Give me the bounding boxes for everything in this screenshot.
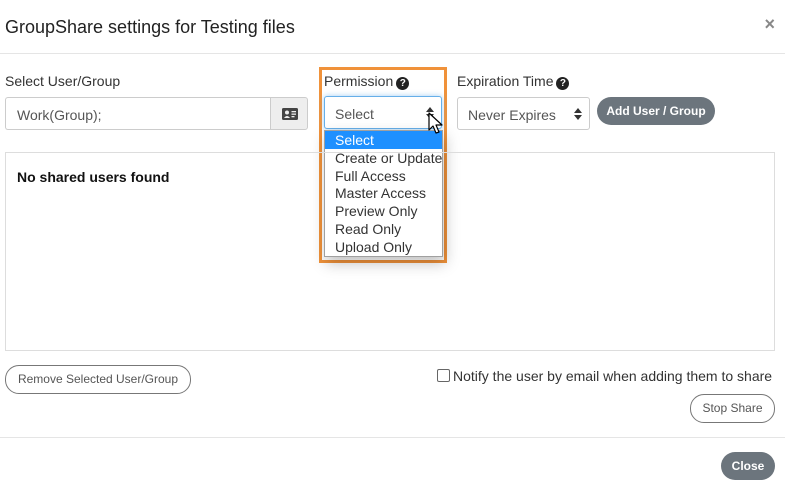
permission-option-select[interactable]: Select — [325, 131, 442, 149]
question-circle-icon: ? — [396, 77, 410, 90]
shared-users-panel: No shared users found — [5, 152, 775, 351]
contact-card-button[interactable] — [270, 97, 308, 130]
remove-selected-button[interactable]: Remove Selected User/Group — [5, 365, 191, 394]
expiration-select[interactable]: Never Expires — [457, 97, 590, 130]
user-group-label: Select User/Group — [5, 73, 121, 89]
notify-option: Notify the user by email when adding the… — [437, 368, 772, 384]
notify-checkbox[interactable] — [437, 369, 450, 382]
expiration-selected-value: Never Expires — [468, 107, 556, 123]
permission-label-text: Permission — [324, 73, 394, 89]
close-button[interactable]: Close — [721, 452, 775, 480]
select-arrows-icon — [574, 108, 582, 120]
dialog-header: GroupShare settings for Testing files × — [0, 0, 785, 54]
footer-divider — [0, 437, 785, 438]
user-group-input[interactable]: Work(Group); — [5, 97, 271, 130]
add-user-group-button[interactable]: Add User / Group — [597, 97, 715, 125]
expiration-label-text: Expiration Time — [457, 73, 554, 89]
mouse-pointer-icon — [428, 112, 443, 134]
expiration-label: Expiration Time? — [457, 73, 570, 90]
close-icon[interactable]: × — [764, 14, 775, 35]
permission-selected-value: Select — [335, 106, 374, 122]
no-shared-users-message: No shared users found — [17, 169, 170, 185]
question-circle-icon: ? — [556, 77, 570, 90]
stop-share-button[interactable]: Stop Share — [690, 394, 775, 423]
permission-label: Permission? — [324, 73, 410, 90]
dialog-title: GroupShare settings for Testing files — [5, 17, 295, 37]
groupshare-dialog: GroupShare settings for Testing files × … — [0, 0, 785, 490]
contact-card-icon — [282, 108, 298, 120]
notify-label: Notify the user by email when adding the… — [453, 368, 773, 384]
permission-select[interactable]: Select — [324, 96, 442, 129]
